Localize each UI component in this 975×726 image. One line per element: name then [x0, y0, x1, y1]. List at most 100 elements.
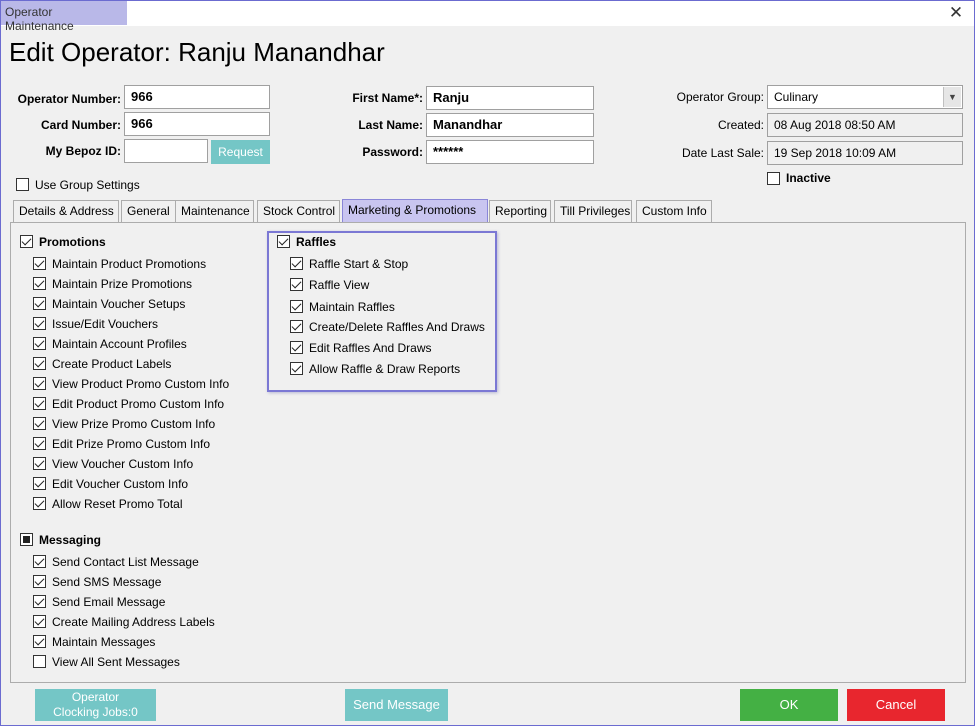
promotions-label: Promotions — [39, 235, 106, 249]
promo-item-label: Maintain Account Profiles — [52, 337, 187, 351]
promo-checkbox[interactable] — [33, 357, 46, 370]
last-name-label: Last Name: — [358, 118, 423, 132]
promo-item-label: Create Product Labels — [52, 357, 172, 371]
promo-checkbox[interactable] — [33, 397, 46, 410]
promo-checkbox[interactable] — [33, 477, 46, 490]
inactive-checkbox[interactable] — [767, 172, 780, 185]
tab-stock-control[interactable]: Stock Control — [257, 200, 340, 222]
messaging-checkbox[interactable] — [20, 533, 33, 546]
messaging-checkbox-item[interactable] — [33, 635, 46, 648]
use-group-settings-label: Use Group Settings — [35, 178, 140, 192]
first-name-label: First Name*: — [352, 91, 423, 105]
raffle-checkbox[interactable] — [290, 257, 303, 270]
tab-details-address[interactable]: Details & Address — [13, 200, 119, 222]
promo-item-label: Edit Voucher Custom Info — [52, 477, 189, 491]
operator-clocking-jobs-button[interactable]: Operator Clocking Jobs:0 — [35, 689, 156, 721]
promo-item-label: Maintain Prize Promotions — [52, 277, 193, 291]
promo-checkbox[interactable] — [33, 377, 46, 390]
operator-group-value: Culinary — [774, 90, 819, 104]
raffle-item-label: Raffle Start & Stop — [309, 257, 409, 271]
promo-item-label: Maintain Voucher Setups — [52, 297, 186, 311]
card-number-field[interactable]: 966 — [124, 112, 270, 136]
messaging-checkbox-item[interactable] — [33, 615, 46, 628]
promo-checkbox[interactable] — [33, 337, 46, 350]
messaging-checkbox-item[interactable] — [33, 655, 46, 668]
tab-maintenance[interactable]: Maintenance — [175, 200, 254, 222]
use-group-settings-checkbox[interactable] — [16, 178, 29, 191]
raffle-checkbox[interactable] — [290, 362, 303, 375]
messaging-checkbox-item[interactable] — [33, 575, 46, 588]
password-field[interactable]: ****** — [426, 140, 594, 164]
promo-item-label: Edit Prize Promo Custom Info — [52, 437, 211, 451]
tab-reporting[interactable]: Reporting — [489, 200, 551, 222]
tab-custom-info[interactable]: Custom Info — [636, 200, 712, 222]
raffle-checkbox[interactable] — [290, 320, 303, 333]
promo-item-label: View Product Promo Custom Info — [52, 377, 230, 391]
messaging-checkbox-item[interactable] — [33, 595, 46, 608]
close-icon[interactable]: ✕ — [946, 3, 966, 23]
raffle-item-label: Raffle View — [309, 278, 370, 292]
promo-checkbox[interactable] — [33, 457, 46, 470]
last-name-field[interactable]: Manandhar — [426, 113, 594, 137]
messaging-item-label: Maintain Messages — [52, 635, 156, 649]
password-label: Password: — [362, 145, 423, 159]
clocking-line2: Clocking Jobs:0 — [53, 705, 138, 719]
promo-checkbox[interactable] — [33, 297, 46, 310]
messaging-item-label: View All Sent Messages — [52, 655, 180, 669]
raffle-checkbox[interactable] — [290, 278, 303, 291]
send-message-button[interactable]: Send Message — [345, 689, 448, 721]
cancel-button[interactable]: Cancel — [847, 689, 945, 721]
messaging-item-label: Create Mailing Address Labels — [52, 615, 215, 629]
date-last-sale-label: Date Last Sale: — [681, 146, 764, 160]
promo-item-label: View Prize Promo Custom Info — [52, 417, 216, 431]
messaging-label: Messaging — [39, 533, 102, 547]
bepoz-id-label: My Bepoz ID: — [45, 144, 121, 158]
raffles-label: Raffles — [296, 235, 337, 249]
request-button[interactable]: Request — [211, 140, 270, 164]
first-name-field[interactable]: Ranju — [426, 86, 594, 110]
raffle-item-label: Edit Raffles And Draws — [309, 341, 432, 355]
messaging-item-label: Send Contact List Message — [52, 555, 199, 569]
raffle-item-label: Allow Raffle & Draw Reports — [309, 362, 461, 376]
window-title: Operator Maintenance — [1, 1, 127, 33]
promo-item-label: View Voucher Custom Info — [52, 457, 194, 471]
raffle-checkbox[interactable] — [290, 341, 303, 354]
tab-general[interactable]: General — [121, 200, 182, 222]
promo-checkbox[interactable] — [33, 417, 46, 430]
operator-group-label: Operator Group: — [676, 90, 764, 104]
messaging-item-label: Send Email Message — [52, 595, 166, 609]
promo-checkbox[interactable] — [33, 437, 46, 450]
bepoz-id-field[interactable] — [124, 139, 208, 163]
promo-item-label: Allow Reset Promo Total — [52, 497, 183, 511]
operator-number-label: Operator Number: — [17, 92, 121, 106]
raffle-checkbox[interactable] — [290, 300, 303, 313]
messaging-checkbox-item[interactable] — [33, 555, 46, 568]
ok-button[interactable]: OK — [740, 689, 838, 721]
operator-group-select[interactable]: Culinary ▼ — [767, 85, 963, 109]
promo-checkbox[interactable] — [33, 277, 46, 290]
tab-till-privileges[interactable]: Till Privileges — [554, 200, 632, 222]
promo-item-label: Maintain Product Promotions — [52, 257, 207, 271]
clocking-line1: Operator — [71, 690, 120, 704]
operator-maintenance-window: Operator Maintenance ✕ Edit Operator: Ra… — [0, 0, 975, 726]
page-title: Edit Operator: Ranju Manandhar — [9, 37, 385, 67]
operator-number-field[interactable]: 966 — [124, 85, 270, 109]
raffles-checkbox[interactable] — [277, 235, 290, 248]
card-number-label: Card Number: — [40, 118, 121, 132]
tab-marketing-promotions[interactable]: Marketing & Promotions — [342, 199, 488, 222]
promo-item-label: Edit Product Promo Custom Info — [52, 397, 225, 411]
inactive-label: Inactive — [786, 171, 831, 185]
date-last-sale-field: 19 Sep 2018 10:09 AM — [767, 141, 963, 165]
created-label: Created: — [717, 118, 764, 132]
raffle-item-label: Create/Delete Raffles And Draws — [309, 320, 485, 334]
title-bar: Operator Maintenance ✕ — [1, 1, 974, 33]
promo-item-label: Issue/Edit Vouchers — [52, 317, 159, 331]
promotions-checkbox[interactable] — [20, 235, 33, 248]
promo-checkbox[interactable] — [33, 317, 46, 330]
promo-checkbox[interactable] — [33, 257, 46, 270]
raffle-item-label: Maintain Raffles — [309, 300, 395, 314]
created-field: 08 Aug 2018 08:50 AM — [767, 113, 963, 137]
chevron-down-icon[interactable]: ▼ — [943, 87, 961, 107]
promo-checkbox[interactable] — [33, 497, 46, 510]
messaging-item-label: Send SMS Message — [52, 575, 162, 589]
